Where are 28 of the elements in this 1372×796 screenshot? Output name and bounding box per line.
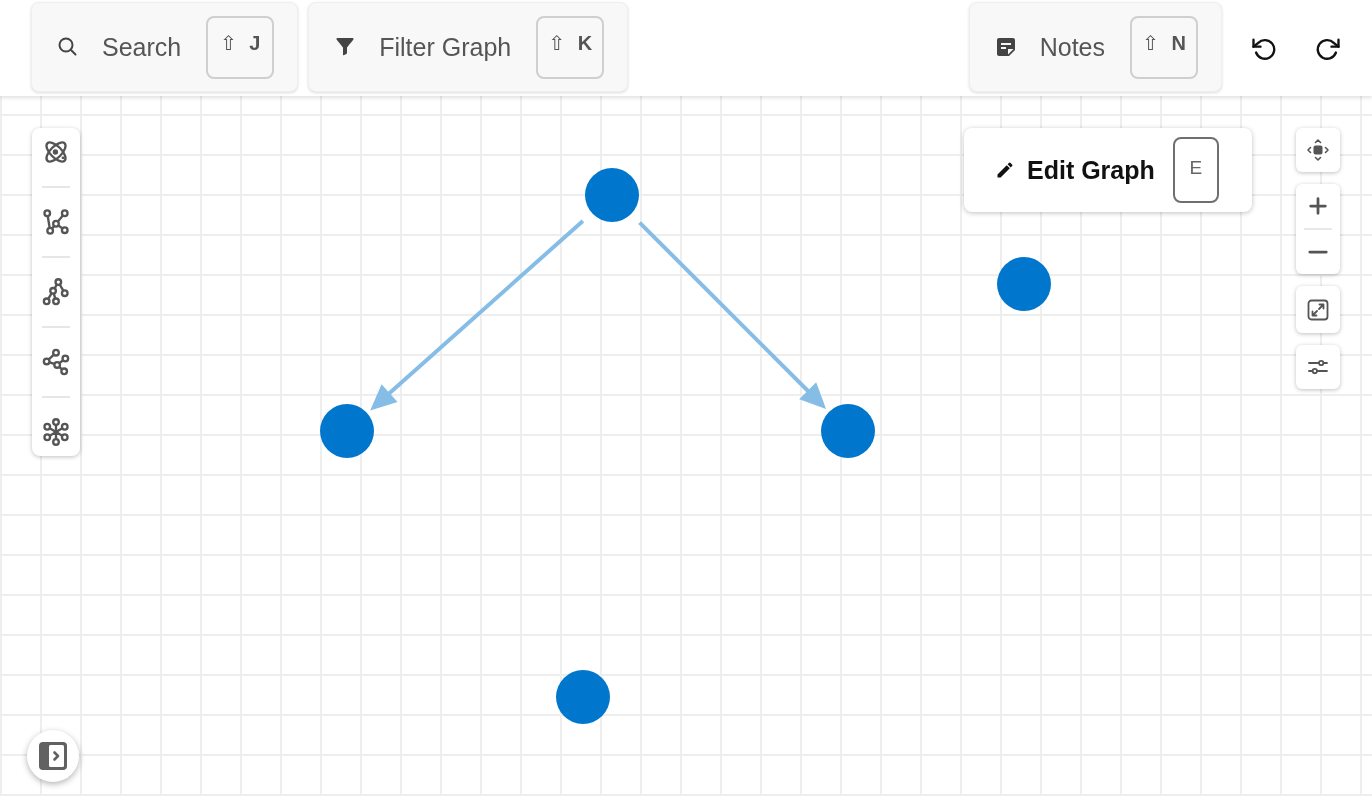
move-icon [1306,138,1330,162]
share-nodes-icon[interactable] [42,348,70,376]
fit-view-button[interactable] [1296,286,1340,333]
keyboard-shortcut: ⇧ K [536,15,605,79]
keyboard-shortcut: ⇧ J [206,15,275,79]
center-button[interactable] [1296,128,1340,172]
node-tree-icon[interactable] [42,278,70,306]
expand-icon [1306,297,1330,322]
settings-button[interactable] [1296,345,1340,389]
sidebar-icon [39,742,67,770]
keyboard-shortcut: E [1172,137,1219,203]
filter-button[interactable]: Filter Graph ⇧ K [308,2,629,92]
search-button[interactable]: Search ⇧ J [31,2,299,92]
keyboard-shortcut: ⇧ N [1130,15,1198,79]
pencil-icon [995,160,1015,180]
atom-icon[interactable] [42,138,70,166]
notes-button[interactable]: Notes ⇧ N [968,2,1222,92]
graph-node[interactable] [585,168,639,222]
graph-node[interactable] [821,404,875,458]
search-icon [56,35,80,59]
plus-icon[interactable] [1307,195,1329,217]
sidebar-toggle-button[interactable] [27,730,79,782]
edit-graph-button[interactable]: Edit Graph E [964,128,1252,212]
graph-node[interactable] [997,257,1051,311]
node-network-icon[interactable] [42,208,70,236]
node-cluster-icon[interactable] [42,418,70,446]
graph-node[interactable] [556,670,610,724]
graph-node[interactable] [320,404,374,458]
